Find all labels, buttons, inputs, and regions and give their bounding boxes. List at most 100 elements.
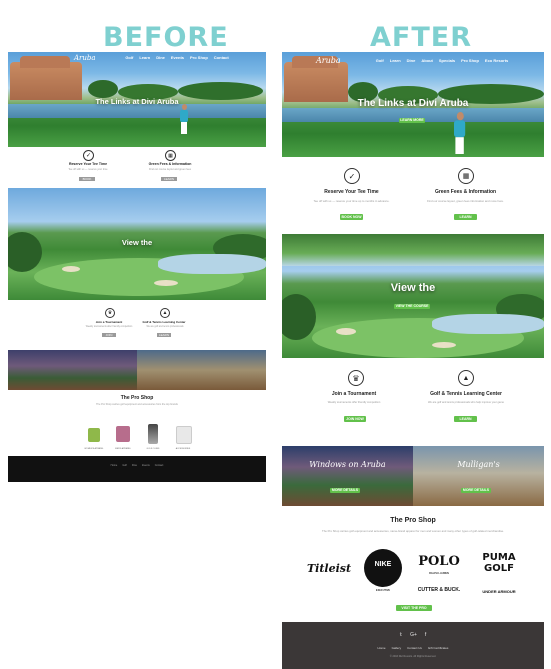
after-footer: 𝕥 G+ f Home Gallery Contact Us Gift Cert… [282,622,544,669]
after-dining-photos: Windows on Aruba MORE DETAILS Mulligan's… [282,446,544,506]
product-label: ACCESSORIES [175,448,191,450]
before-heading: BEFORE [103,22,229,53]
nav-item[interactable]: Events [171,55,184,60]
after-view-title: View the [390,282,436,294]
nav-item[interactable]: Pro Shop [461,58,479,63]
nike-logo-text: NIKE [374,561,392,568]
after-page-screenshot: Aruba Golf Learn Dine About Specials Pro… [282,52,544,669]
footer-link[interactable]: Contact [155,464,164,467]
feature-desc: Tee off with us — reserve your time up t… [313,199,390,203]
polo-sub-text: RALPH LAUREN [429,572,449,575]
graduation-cap-icon: ▲ [160,308,170,318]
after-nav: Golf Learn Dine About Specials Pro Shop … [342,58,542,63]
feature-title: Join a Tournament [331,391,377,397]
footer-link[interactable]: Golf [122,464,127,467]
book-now-button[interactable]: BOOK NOW [79,177,95,185]
golf-clubs-image[interactable] [148,424,158,444]
feature-desc: Weekly tournaments after friendly compet… [85,326,133,328]
after-hero: Aruba Golf Learn Dine About Specials Pro… [282,52,544,157]
more-details-button[interactable]: MORE DETAILS [330,488,360,493]
footer-copyright: © 2016 Divi Resorts. All Rights Reserved… [389,655,437,658]
dining-photo [8,350,137,390]
map-icon: ▦ [165,150,176,161]
nav-item[interactable]: Learn [139,55,150,60]
puma-logo: PUMA GOLF [482,552,516,574]
after-hero-title: The Links at Divi Aruba [357,98,469,109]
check-icon: ✓ [83,150,94,161]
nav-item[interactable]: Eco Resorts [485,58,508,63]
nav-item[interactable]: Golf [376,58,384,63]
twitter-icon[interactable]: 𝕥 [400,632,402,638]
under-armour-logo: UNDER ARMOUR [482,589,516,594]
before-course-image: View the [8,188,266,300]
facebook-icon[interactable]: f [425,632,426,638]
product-label: GOLF CLUBS [146,448,160,450]
join-now-button[interactable]: JOIN NOW [344,416,366,422]
product-label: WOMEN'S APPAREL [84,448,104,450]
trophy-icon: ♛ [348,370,364,386]
before-view-title: View the [121,238,153,247]
check-icon: ✓ [344,168,360,184]
nav-item[interactable]: Pro Shop [190,55,208,60]
after-proshop-desc: The Pro Shop carries golf equipment and … [322,529,504,533]
nav-item[interactable]: Specials [439,58,455,63]
more-details-button[interactable]: MORE DETAILS [461,488,491,493]
footer-link[interactable]: Gift Certificates [428,646,449,650]
nav-item[interactable]: Golf [125,55,133,60]
feature-title: Join a Tournament [95,320,123,324]
view-course-button[interactable]: VIEW THE COURSE [394,304,430,309]
learn-more-button[interactable]: LEARN MORE [454,214,477,225]
accessories-image[interactable] [176,426,192,444]
footer-link[interactable]: Home [378,646,386,650]
after-proshop-title: The Pro Shop [390,517,436,524]
hero-learn-more-button[interactable]: LEARN MORE [399,118,425,123]
polo-logo: POLO [418,554,460,569]
footer-link[interactable]: Gallery [392,646,402,650]
feature-title: Green Fees & Information [434,189,497,195]
feature-title: Golf & Tennis Learning Center [142,320,186,324]
before-hero: Aruba Golf Learn Dine Events Pro Shop Co… [8,52,266,147]
feature-title: Green Fees & Information [148,162,192,166]
footer-link[interactable]: Home [111,464,118,467]
before-proshop-title: The Pro Shop [120,395,154,401]
google-plus-icon[interactable]: G+ [410,632,417,638]
learn-more-button[interactable]: LEARN MORE [157,333,171,341]
before-footer: Home Golf Dine Events Contact [8,456,266,482]
book-now-button[interactable]: BOOK NOW [340,214,363,220]
feature-desc: Find our course layout and green fees [148,168,192,171]
feature-desc: Find our course layout, green fees infor… [427,199,504,203]
product-label: MEN'S APPAREL [115,448,131,450]
footer-link[interactable]: Dine [132,464,137,467]
nav-item[interactable]: Dine [407,58,416,63]
dining-photo [137,350,266,390]
womens-apparel-image[interactable] [88,428,100,442]
after-heading: AFTER [370,22,472,53]
nav-item[interactable]: Contact [214,55,229,60]
learn-more-button[interactable]: LEARN MORE [454,416,477,427]
before-page-screenshot: Aruba Golf Learn Dine Events Pro Shop Co… [8,52,266,482]
before-nav: Golf Learn Dine Events Pro Shop Contact [48,55,266,60]
before-hero-title: The Links at Divi Aruba [95,97,179,106]
feature-title: Golf & Tennis Learning Center [430,391,502,397]
nav-item[interactable]: About [421,58,433,63]
feature-title: Reserve Your Tee Time [324,189,379,195]
mens-apparel-image[interactable] [116,426,130,442]
dining-photo: Windows on Aruba MORE DETAILS [282,446,413,506]
join-now-button[interactable]: JOIN NOW [102,333,116,341]
feature-desc: Tee off with us — reserve your time [68,168,108,171]
nav-item[interactable]: Learn [390,58,401,63]
nav-item[interactable]: Dine [156,55,165,60]
learn-more-button[interactable]: LEARN MORE [161,177,177,185]
dining-photo: Mulligan's MORE DETAILS [413,446,544,506]
nike-sub-text: EXECUTIVE [375,589,391,592]
visit-pro-shop-button[interactable]: VISIT THE PRO SHOP [396,605,432,616]
footer-link[interactable]: Contact Us [407,646,422,650]
footer-link[interactable]: Events [142,464,150,467]
dining-script-title: Windows on Aruba [309,460,386,469]
feature-desc: We are golf and tennis professionals [146,326,184,328]
after-logo[interactable]: Aruba [316,56,341,65]
feature-desc: We are golf and tennis professionals who… [428,401,504,404]
titleist-logo: Titleist [306,562,352,575]
map-icon: ▦ [458,168,474,184]
after-course-image: View the VIEW THE COURSE [282,234,544,358]
